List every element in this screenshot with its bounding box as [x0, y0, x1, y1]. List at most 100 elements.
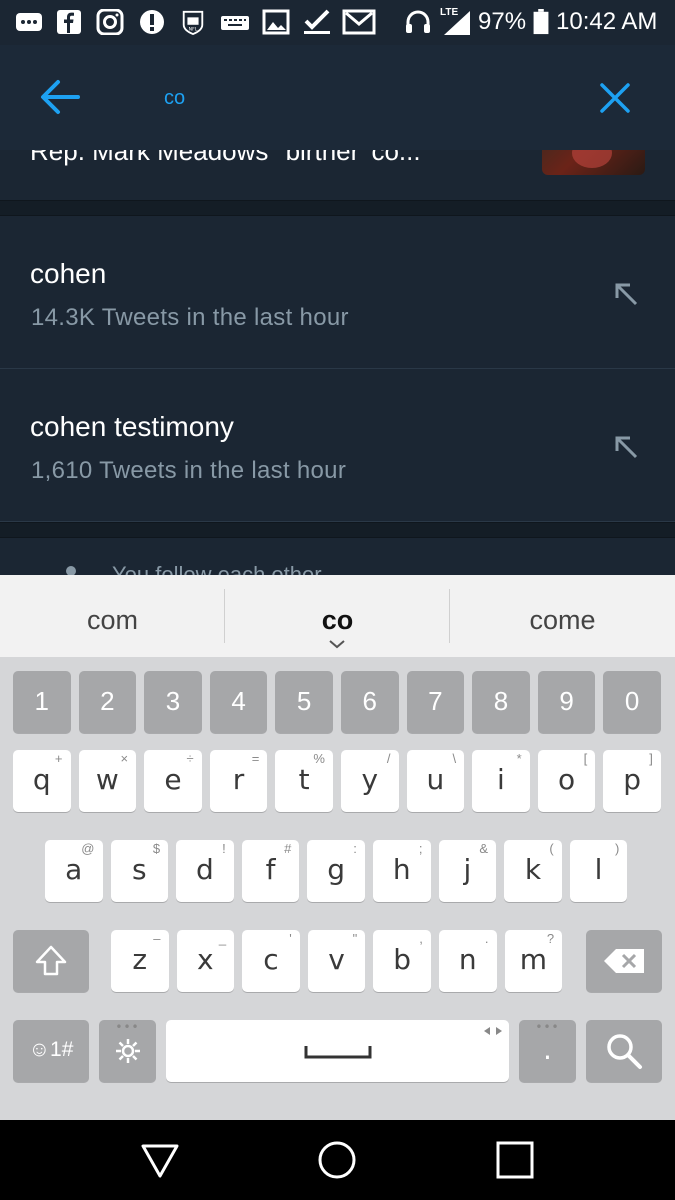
navigation-bar [0, 1120, 675, 1200]
key-y[interactable]: y / [341, 750, 399, 812]
period-key[interactable]: ••• . [519, 1020, 576, 1082]
back-triangle-icon[interactable] [138, 1138, 182, 1182]
symbols-key[interactable]: ☺1# [13, 1020, 89, 1082]
key-8[interactable]: 8 [472, 671, 530, 733]
key-label: y [361, 763, 379, 796]
key-n[interactable]: n. [439, 930, 497, 992]
key-k[interactable]: k( [504, 840, 562, 902]
key-hint: = [251, 751, 260, 766]
key-label: k [524, 853, 542, 886]
signal-icon [444, 11, 470, 35]
key-label: f [265, 853, 276, 886]
headset-icon [406, 10, 430, 33]
key-label: 5 [296, 686, 312, 716]
facebook-icon [57, 10, 81, 34]
key-label: s [132, 853, 147, 886]
key-a[interactable]: a @ [45, 840, 103, 902]
key-i[interactable]: i * [472, 750, 530, 812]
search-header: co [0, 45, 675, 150]
key-label: h [392, 853, 411, 886]
home-circle-icon[interactable] [315, 1138, 359, 1182]
key-label: g [327, 853, 346, 886]
key-c[interactable]: c ' [242, 930, 300, 992]
key-hint: [ [583, 751, 588, 766]
shift-key[interactable] [13, 930, 89, 992]
key-label: b [393, 943, 412, 976]
key-6[interactable]: 6 [341, 671, 399, 733]
clear-search-icon[interactable] [598, 81, 632, 115]
key-e[interactable]: e ÷ [144, 750, 202, 812]
key-hint: . [484, 931, 489, 946]
key-x[interactable]: x _ [176, 930, 235, 992]
key-label: p [623, 763, 642, 796]
tweet-result[interactable]: Rep. Mark Meadows' 'birther' co... [0, 150, 675, 200]
key-hint: ] [649, 751, 653, 766]
key-r[interactable]: r = [209, 750, 268, 812]
key-j[interactable]: j & [438, 840, 497, 902]
key-m[interactable]: m? [504, 930, 563, 992]
svg-text:NFL: NFL [189, 26, 198, 32]
search-key[interactable] [586, 1020, 662, 1082]
more-options-icon: ••• [115, 1020, 140, 1034]
key-g[interactable]: g: [307, 840, 365, 902]
key-3[interactable]: 3 [144, 671, 202, 733]
key-h[interactable]: h; [373, 840, 431, 902]
key-7[interactable]: 7 [406, 671, 465, 733]
key-hint: ; [418, 841, 423, 856]
more-options-icon: ••• [535, 1020, 560, 1034]
key-u[interactable]: u \ [406, 750, 465, 812]
key-9[interactable]: 9 [537, 671, 596, 733]
suggestion-cohen-testimony[interactable]: cohen testimony 1,610 Tweets in the last… [0, 369, 675, 522]
instagram-icon [96, 9, 124, 35]
settings-key[interactable]: ••• [99, 1020, 156, 1082]
key-q[interactable]: q + [13, 750, 71, 812]
back-arrow-icon[interactable] [38, 77, 82, 117]
key-label: 6 [362, 686, 377, 716]
key-2[interactable]: 2 [78, 671, 137, 733]
key-z[interactable]: z – [111, 930, 169, 992]
key-label: v [328, 943, 345, 976]
key-hint: \ [452, 751, 457, 766]
period-label: . [543, 1033, 552, 1066]
key-label: n [458, 943, 477, 976]
key-f[interactable]: f # [241, 840, 300, 902]
chevron-down-icon[interactable] [328, 639, 346, 649]
key-hint: , [419, 931, 423, 946]
key-label: 1 [34, 686, 49, 716]
keyboard-suggestion[interactable]: com [0, 575, 225, 657]
image-icon [262, 9, 290, 35]
key-label: 7 [428, 686, 443, 716]
key-0[interactable]: 0 [603, 671, 661, 733]
people-result[interactable]: You follow each other [0, 538, 675, 575]
key-d[interactable]: d! [176, 840, 234, 902]
key-v[interactable]: v " [307, 930, 366, 992]
key-hint: # [284, 841, 292, 856]
key-5[interactable]: 5 [275, 671, 333, 733]
key-b[interactable]: b, [373, 930, 431, 992]
key-label: d [196, 853, 214, 886]
space-key[interactable] [166, 1020, 509, 1082]
section-divider [0, 200, 675, 216]
keyboard-suggestion[interactable]: come [450, 575, 675, 657]
nfl-icon: NFL [182, 10, 204, 35]
key-o[interactable]: o[ [537, 750, 596, 812]
backspace-icon [604, 949, 644, 973]
backspace-key[interactable] [586, 930, 662, 992]
key-4[interactable]: 4 [209, 671, 268, 733]
key-s[interactable]: s $ [110, 840, 169, 902]
key-l[interactable]: l) [569, 840, 628, 902]
fill-query-arrow-icon[interactable] [612, 433, 640, 461]
key-w[interactable]: w × [78, 750, 137, 812]
key-label: o [557, 763, 576, 796]
recents-square-icon[interactable] [493, 1138, 537, 1182]
alert-icon [140, 10, 164, 34]
key-1[interactable]: 1 [13, 671, 71, 733]
key-hint: ( [549, 841, 554, 856]
search-input[interactable]: co [164, 87, 185, 110]
key-hint: * [516, 751, 522, 766]
key-p[interactable]: p] [603, 750, 661, 812]
suggestion-cohen[interactable]: cohen 14.3K Tweets in the last hour [0, 216, 675, 369]
key-t[interactable]: t% [275, 750, 333, 812]
key-label: c [263, 943, 279, 976]
fill-query-arrow-icon[interactable] [612, 280, 640, 308]
